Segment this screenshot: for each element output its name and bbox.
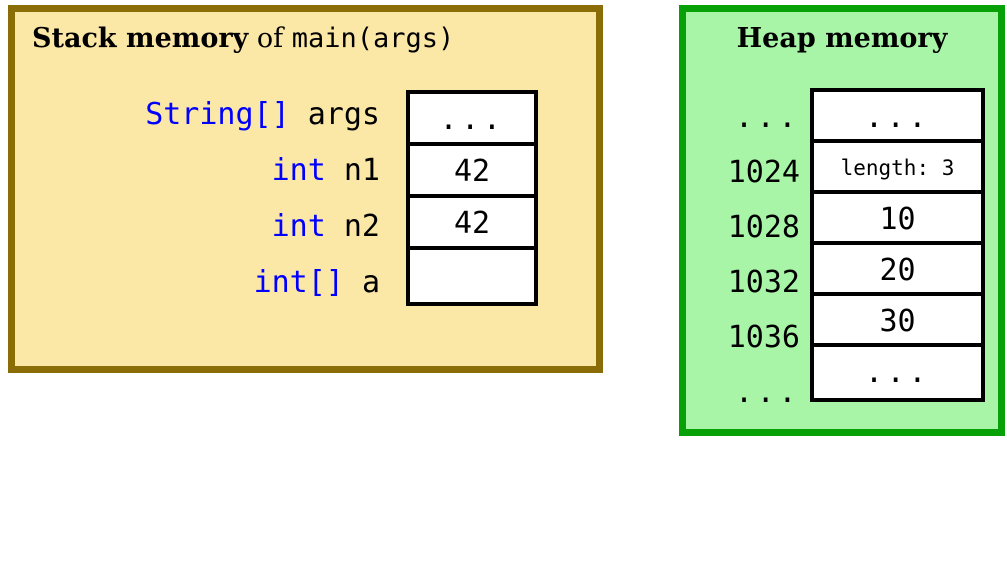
stack-variable-labels: String[] args int n1 int n2 int[] a [15,87,389,311]
variable-type: int[] [253,265,344,300]
heap-value-cell: length: 3 [814,143,981,194]
stack-declaration-row: int n2 [15,199,389,255]
heap-address-label: ... [735,100,800,135]
heap-address-label: ... [735,375,800,410]
heap-address-column: ... 1024 1028 1032 1036 ... [686,90,810,420]
heap-value-table: ... length: 3 10 20 30 ... [810,88,985,402]
heap-address-label: 1036 [727,320,800,355]
stack-declaration-row: String[] args [15,87,389,143]
heap-value-cell: ... [814,92,981,143]
stack-title-connector: of [248,23,292,54]
stack-value-table: ... 42 42 [406,90,538,306]
stack-memory-region: Stack memory of main(args) String[] args… [8,5,603,373]
stack-value-cell: 42 [410,198,534,250]
stack-declaration-row: int[] a [15,255,389,311]
heap-address-label: 1024 [727,155,800,190]
stack-value-cell: 42 [410,146,534,198]
stack-value-cell [410,250,534,302]
stack-memory-title: Stack memory of main(args) [32,23,454,55]
variable-name: n1 [343,153,380,188]
variable-type: int [271,209,326,244]
stack-value-cell: ... [410,94,534,146]
heap-value-cell: 20 [814,245,981,296]
variable-type: String[] [145,97,290,132]
heap-address-label: 1032 [727,265,800,300]
stack-declaration-row: int n1 [15,143,389,199]
variable-name: args [307,97,380,132]
variable-name: a [361,265,380,300]
stack-title-bold-part: Stack memory [32,23,249,54]
variable-type: int [271,153,326,188]
heap-value-cell: 30 [814,296,981,347]
heap-value-cell: ... [814,347,981,398]
heap-value-cell: 10 [814,194,981,245]
heap-memory-region: Heap memory ... 1024 1028 1032 1036 ... … [679,5,1005,436]
heap-memory-title: Heap memory [736,23,948,54]
variable-name: n2 [343,209,380,244]
heap-address-label: 1028 [727,210,800,245]
stack-title-method-signature: main(args) [291,23,455,54]
